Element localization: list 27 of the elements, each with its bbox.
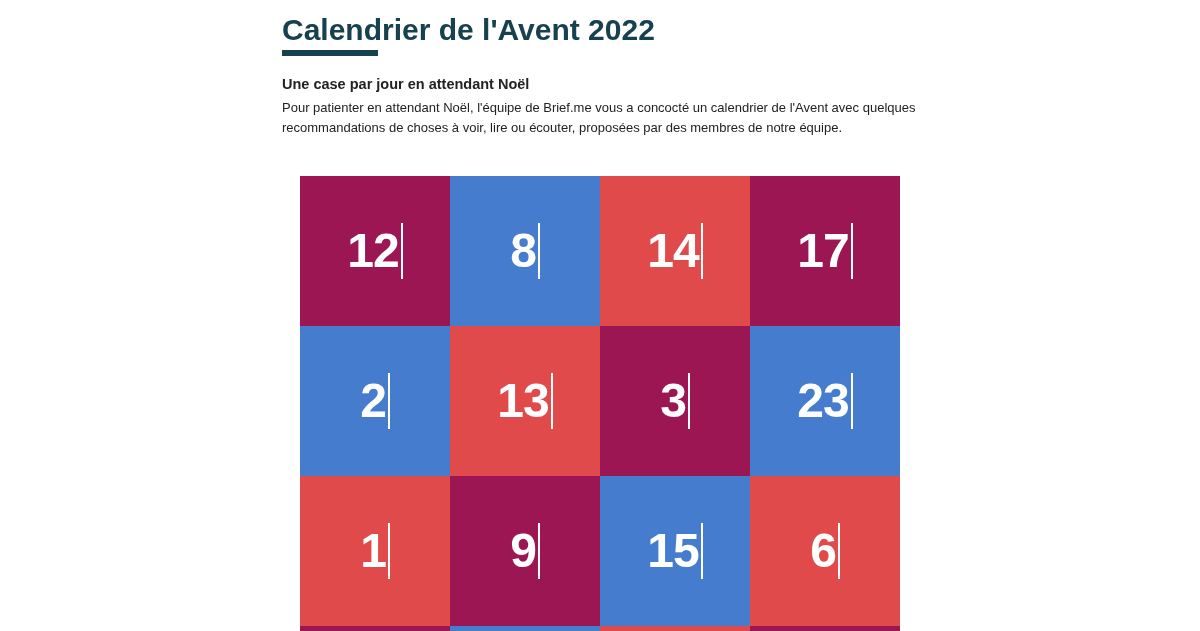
calendar-door[interactable]: 2 — [300, 326, 450, 476]
calendar-door[interactable]: 12 — [300, 176, 450, 326]
calendar-door[interactable]: 8 — [450, 176, 600, 326]
calendar-door[interactable]: 6 — [750, 476, 900, 626]
calendar-door[interactable]: 23 — [750, 326, 900, 476]
calendar-door[interactable]: 9 — [450, 476, 600, 626]
text-cursor — [700, 223, 703, 279]
text-cursor — [850, 223, 853, 279]
text-cursor — [687, 373, 690, 429]
text-cursor — [850, 373, 853, 429]
page-title: Calendrier de l'Avent 2022 — [282, 12, 656, 48]
text-cursor — [387, 523, 390, 579]
calendar-door[interactable]: 14 — [600, 176, 750, 326]
calendar-door[interactable]: 13 — [450, 326, 600, 476]
text-cursor — [700, 523, 703, 579]
text-cursor — [400, 223, 403, 279]
calendar-door[interactable]: 17 — [750, 176, 900, 326]
calendar-door[interactable]: 15 — [600, 476, 750, 626]
text-cursor — [550, 373, 553, 429]
text-cursor — [537, 523, 540, 579]
text-cursor — [387, 373, 390, 429]
text-cursor — [537, 223, 540, 279]
calendar-door[interactable]: 3 — [600, 326, 750, 476]
intro-paragraph: Pour patienter en attendant Noël, l'équipe de Brief.me vous a concocté un calendrier de l'Avent avec quelques recommandations de choses à voir, lire ou écouter, proposées par des membres de notre équipe. — [282, 99, 917, 137]
calendar-door[interactable]: 1 — [300, 476, 450, 626]
subtitle: Une case par jour en attendant Noël — [282, 75, 531, 94]
text-cursor — [837, 523, 840, 579]
